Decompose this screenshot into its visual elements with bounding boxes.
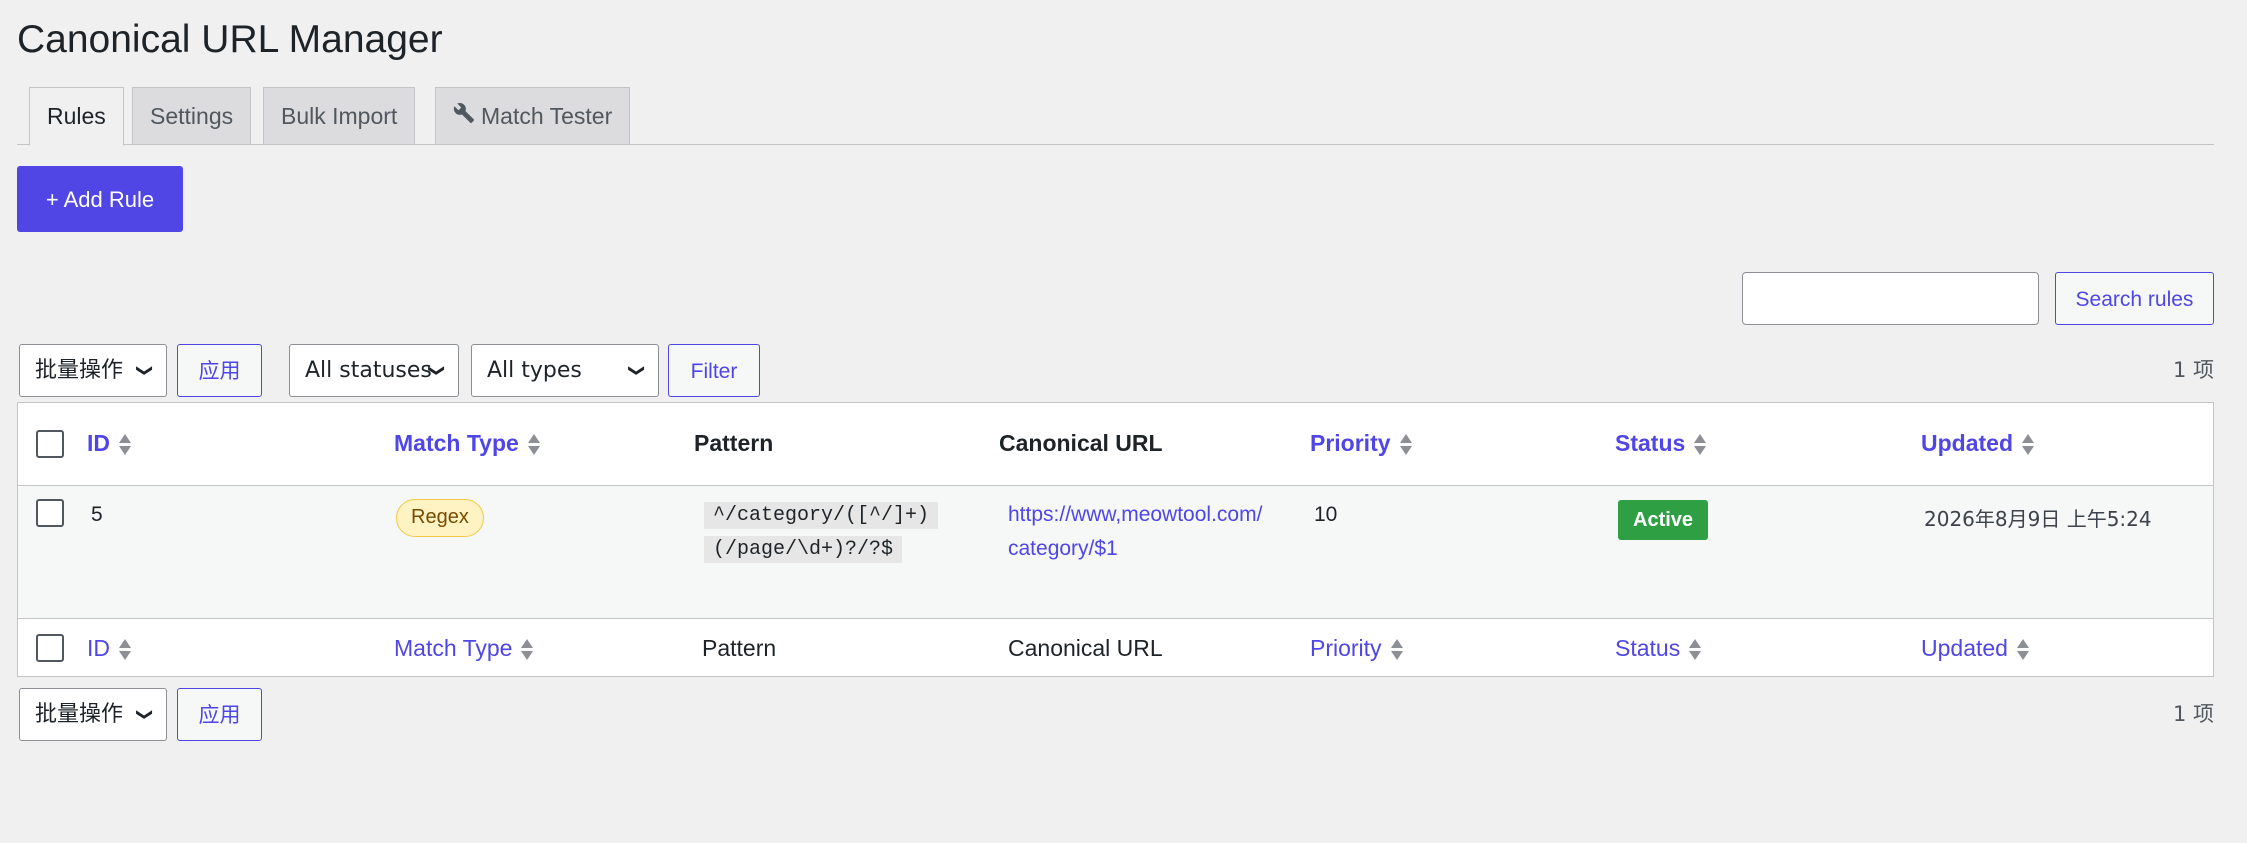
status-filter-select[interactable]: All statuses ❯ — [289, 344, 459, 397]
footer-column-updated-label: Updated — [1921, 635, 2008, 661]
column-header-pattern: Pattern — [694, 430, 774, 456]
table-row: 5 Regex ^/category/([^/]+) (/page/\d+)?/… — [18, 486, 2213, 619]
chevron-down-icon: ❯ — [135, 363, 155, 378]
footer-column-id[interactable]: ID — [87, 635, 132, 663]
apply-button-bottom[interactable]: 应用 — [177, 688, 262, 741]
column-header-status[interactable]: Status — [1615, 430, 1707, 458]
footer-column-match-type-label: Match Type — [394, 635, 513, 661]
type-filter-select[interactable]: All types ❯ — [471, 344, 659, 397]
wrench-icon — [453, 88, 475, 144]
chevron-down-icon: ❯ — [135, 707, 155, 722]
select-all-checkbox-footer[interactable] — [36, 634, 64, 662]
page-title: Canonical URL Manager — [17, 18, 443, 61]
tab-bulk-import[interactable]: Bulk Import — [263, 87, 416, 145]
pattern-line-2: (/page/\d+)?/?$ — [704, 536, 903, 563]
column-header-status-label: Status — [1615, 430, 1686, 456]
column-header-updated[interactable]: Updated — [1921, 430, 2035, 458]
bulk-actions-select-bottom[interactable]: 批量操作 ❯ — [19, 688, 167, 741]
item-count-top: 1 项 — [2172, 358, 2214, 382]
type-filter-label: All types — [487, 358, 582, 383]
sort-icon — [527, 432, 541, 458]
tab-bar: Rules Settings Bulk Import Match Tester — [17, 86, 2214, 146]
chevron-down-icon: ❯ — [427, 363, 447, 378]
search-rules-button[interactable]: Search rules — [2055, 272, 2214, 325]
footer-column-status-label: Status — [1615, 635, 1681, 661]
row-id: 5 — [91, 503, 103, 526]
match-type-badge: Regex — [396, 499, 484, 537]
sort-icon — [118, 637, 132, 663]
footer-column-priority-label: Priority — [1310, 635, 1382, 661]
column-header-updated-label: Updated — [1921, 430, 2013, 456]
table-footer: ID Match Type Pattern Canonical URL Prio… — [18, 619, 2213, 677]
row-checkbox[interactable] — [36, 499, 64, 527]
sort-icon — [1693, 432, 1707, 458]
row-pattern: ^/category/([^/]+) (/page/\d+)?/?$ — [704, 499, 939, 567]
footer-column-priority[interactable]: Priority — [1310, 635, 1404, 663]
footer-column-status[interactable]: Status — [1615, 635, 1702, 663]
bulk-actions-select-top[interactable]: 批量操作 ❯ — [19, 344, 167, 397]
sort-icon — [520, 637, 534, 663]
tab-rules-label: Rules — [47, 103, 106, 129]
canonical-line-2: category/$1 — [1008, 537, 1118, 560]
column-header-canonical-url: Canonical URL — [999, 430, 1163, 456]
sort-icon — [1390, 637, 1404, 663]
search-input[interactable] — [1742, 272, 2039, 325]
apply-button-top[interactable]: 应用 — [177, 344, 262, 397]
bulk-actions-label-bottom: 批量操作 — [35, 702, 124, 727]
sort-icon — [118, 432, 132, 458]
sort-icon — [2016, 637, 2030, 663]
column-header-match-type[interactable]: Match Type — [394, 430, 541, 458]
tab-bulk-import-label: Bulk Import — [281, 103, 398, 129]
column-header-id[interactable]: ID — [87, 430, 132, 458]
canonical-line-1: https://www,meowtool.com/ — [1008, 503, 1263, 526]
tab-settings-label: Settings — [150, 103, 234, 129]
column-header-id-label: ID — [87, 430, 110, 456]
row-priority: 10 — [1314, 503, 1338, 526]
row-updated: 2026年8月9日 上午5:24 — [1924, 507, 2152, 531]
sort-icon — [2021, 432, 2035, 458]
sort-icon — [1399, 432, 1413, 458]
table-header: ID Match Type Pattern Canonical URL Prio… — [18, 403, 2213, 486]
item-count-bottom: 1 项 — [2172, 702, 2214, 726]
chevron-down-icon: ❯ — [627, 363, 647, 378]
bulk-actions-label-top: 批量操作 — [35, 358, 124, 383]
footer-column-canonical-url: Canonical URL — [1008, 635, 1163, 661]
canonical-url-manager-page: Canonical URL Manager Rules Settings Bul… — [0, 0, 2247, 843]
column-header-priority[interactable]: Priority — [1310, 430, 1413, 458]
row-canonical-url-link[interactable]: https://www,meowtool.com/ category/$1 — [1008, 498, 1298, 566]
footer-column-updated[interactable]: Updated — [1921, 635, 2030, 663]
tab-match-tester[interactable]: Match Tester — [435, 87, 631, 145]
tab-match-tester-label: Match Tester — [481, 103, 613, 129]
footer-column-id-label: ID — [87, 635, 110, 661]
add-rule-button[interactable]: + Add Rule — [17, 166, 183, 232]
sort-icon — [1688, 637, 1702, 663]
footer-column-pattern: Pattern — [702, 635, 777, 661]
footer-column-match-type[interactable]: Match Type — [394, 635, 534, 663]
column-header-match-type-label: Match Type — [394, 430, 519, 456]
column-header-priority-label: Priority — [1310, 430, 1391, 456]
tab-settings[interactable]: Settings — [132, 87, 252, 145]
select-all-checkbox[interactable] — [36, 430, 64, 458]
tab-rules[interactable]: Rules — [29, 87, 124, 146]
filter-button[interactable]: Filter — [668, 344, 760, 397]
pattern-line-1: ^/category/([^/]+) — [704, 502, 939, 529]
rules-table: ID Match Type Pattern Canonical URL Prio… — [17, 402, 2214, 677]
status-badge: Active — [1618, 500, 1709, 540]
